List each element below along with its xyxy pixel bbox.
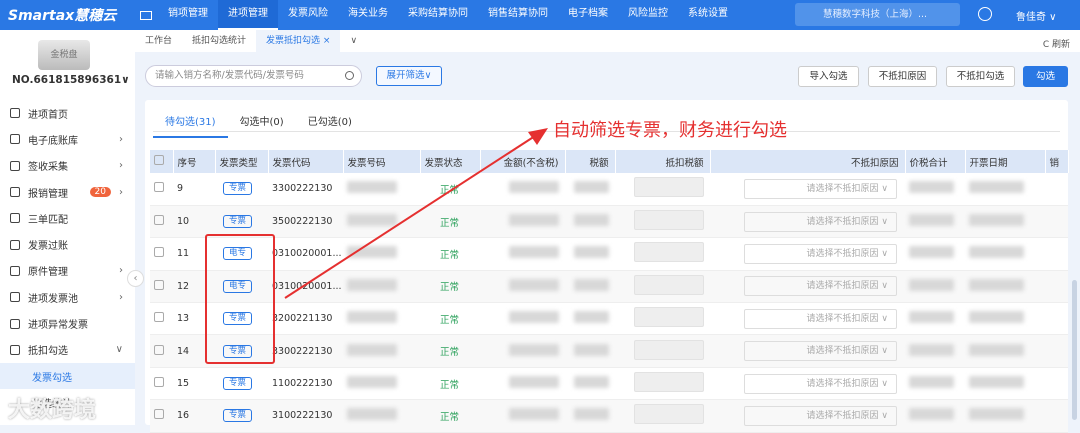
watermark: 大数跨境 <box>8 398 97 423</box>
scrollbar[interactable] <box>1072 280 1077 420</box>
annotation-text: 自动筛选专票，财务进行勾选 <box>553 120 787 141</box>
annotation-arrow <box>284 128 548 299</box>
